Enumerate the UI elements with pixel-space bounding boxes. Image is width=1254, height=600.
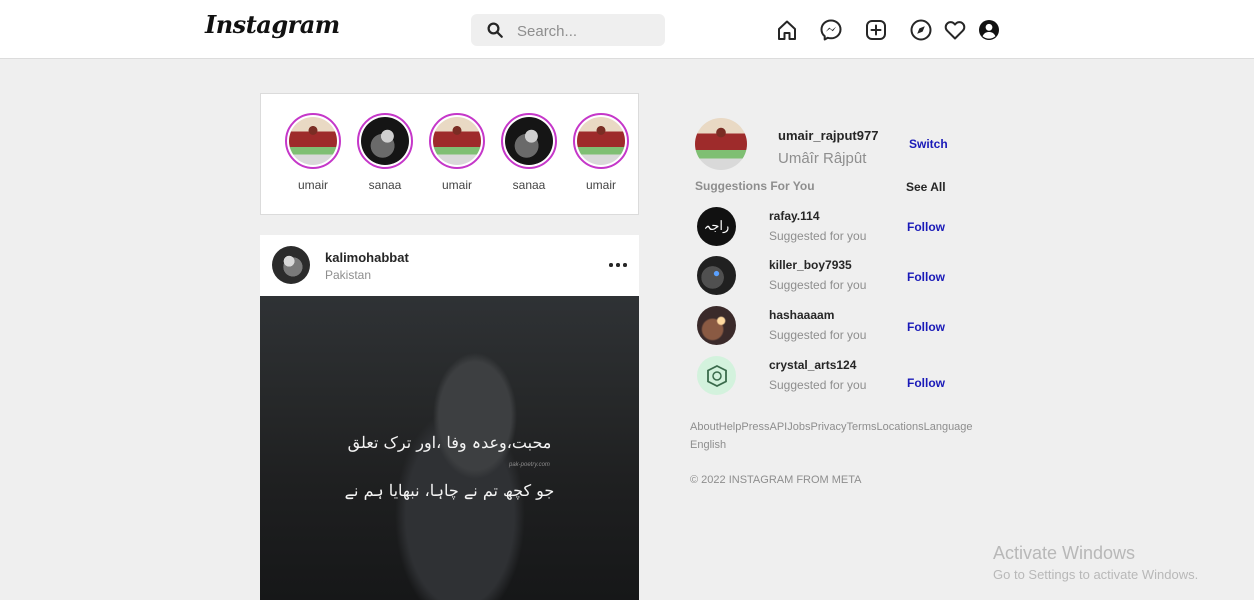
new-post-icon[interactable] (864, 18, 888, 42)
follow-button[interactable]: Follow (907, 320, 945, 334)
activate-windows-subtitle: Go to Settings to activate Windows. (993, 567, 1199, 582)
footer-link-help[interactable]: Help (719, 421, 742, 433)
story-ring (501, 113, 557, 169)
suggestion-avatar[interactable] (697, 256, 736, 295)
post-username[interactable]: kalimohabbat (325, 250, 409, 265)
suggestion-username[interactable]: killer_boy7935 (769, 258, 852, 272)
story-item[interactable]: sanaa (355, 113, 415, 192)
current-username[interactable]: umair_rajput977 (778, 128, 878, 143)
post-header: kalimohabbat Pakistan (260, 235, 639, 296)
crystal-arts-logo-icon (706, 364, 727, 387)
footer-language-select[interactable]: English (690, 439, 726, 451)
footer-link-privacy[interactable]: Privacy (810, 421, 846, 433)
suggestion-subtitle: Suggested for you (769, 229, 867, 243)
messenger-icon[interactable] (819, 18, 843, 42)
story-item[interactable]: umair (571, 113, 631, 192)
footer-links: AboutHelpPressAPIJobsPrivacyTermsLocatio… (690, 418, 980, 454)
top-navbar: Instagram (0, 0, 1254, 59)
footer-link-jobs[interactable]: Jobs (787, 421, 810, 433)
footer-link-terms[interactable]: Terms (847, 421, 877, 433)
story-item[interactable]: umair (283, 113, 343, 192)
switch-account-button[interactable]: Switch (909, 137, 948, 151)
feed-post: kalimohabbat Pakistan محبت،وعدہ وفا ،اور… (260, 235, 639, 600)
story-username: umair (297, 178, 328, 192)
footer-link-language[interactable]: Language (924, 421, 973, 433)
search-icon (487, 22, 503, 38)
avatar (577, 117, 625, 165)
post-image[interactable]: محبت،وعدہ وفا ،اور ترک تعلق pak-poetry.c… (260, 296, 639, 600)
story-username: sanaa (512, 178, 546, 192)
profile-icon[interactable] (977, 18, 1001, 42)
avatar (289, 117, 337, 165)
avatar (505, 117, 553, 165)
instagram-logo[interactable]: Instagram (205, 10, 340, 39)
copyright-text: © 2022 INSTAGRAM FROM META (690, 474, 862, 486)
stories-bar: umair sanaa umair sanaa umair (260, 93, 639, 215)
suggestion-username[interactable]: crystal_arts124 (769, 358, 856, 372)
suggestion-subtitle: Suggested for you (769, 378, 867, 392)
follow-button[interactable]: Follow (907, 270, 945, 284)
suggestions-heading: Suggestions For You (695, 179, 815, 193)
current-user-fullname: Umâîr Râjpût (778, 150, 867, 167)
story-username: sanaa (368, 178, 402, 192)
suggestion-avatar[interactable]: راجہ (697, 207, 736, 246)
footer-link-about[interactable]: About (690, 421, 719, 433)
suggestion-item: crystal_arts124 Suggested for you Follow (697, 356, 957, 398)
footer-link-locations[interactable]: Locations (877, 421, 924, 433)
post-image-caption-line-1: محبت،وعدہ وفا ،اور ترک تعلق (347, 433, 552, 452)
story-username: umair (585, 178, 616, 192)
story-item[interactable]: sanaa (499, 113, 559, 192)
story-item[interactable]: umair (427, 113, 487, 192)
heart-activity-icon[interactable] (943, 18, 967, 42)
suggestion-avatar[interactable] (697, 306, 736, 345)
explore-compass-icon[interactable] (909, 18, 933, 42)
suggestion-subtitle: Suggested for you (769, 328, 867, 342)
post-image-watermark: pak-poetry.com (509, 462, 550, 468)
story-ring (357, 113, 413, 169)
suggestion-username[interactable]: rafay.114 (769, 209, 820, 223)
search-box[interactable] (471, 14, 665, 46)
story-ring (429, 113, 485, 169)
story-ring (573, 113, 629, 169)
follow-button[interactable]: Follow (907, 376, 945, 390)
post-location[interactable]: Pakistan (325, 268, 371, 282)
post-author-avatar[interactable] (272, 246, 310, 284)
post-image-caption-line-2: جو کچھ تم نے چاہا، نبھایا ہم نے (344, 481, 555, 500)
follow-button[interactable]: Follow (907, 220, 945, 234)
more-options-icon[interactable] (607, 255, 629, 273)
activate-windows-title: Activate Windows (993, 543, 1136, 563)
home-icon[interactable] (775, 18, 799, 42)
suggestion-item: راجہ rafay.114 Suggested for you Follow (697, 207, 957, 249)
suggestion-username[interactable]: hashaaaam (769, 308, 834, 322)
avatar (433, 117, 481, 165)
footer-link-press[interactable]: Press (741, 421, 769, 433)
suggestion-item: hashaaaam Suggested for you Follow (697, 306, 957, 348)
see-all-button[interactable]: See All (906, 180, 946, 194)
story-ring (285, 113, 341, 169)
suggestion-avatar[interactable] (697, 356, 736, 395)
current-user-avatar[interactable] (695, 118, 747, 170)
search-input[interactable] (515, 20, 659, 42)
footer-link-api[interactable]: API (770, 421, 788, 433)
suggestion-subtitle: Suggested for you (769, 278, 867, 292)
avatar (361, 117, 409, 165)
suggestion-item: killer_boy7935 Suggested for you Follow (697, 256, 957, 298)
story-username: umair (441, 178, 472, 192)
